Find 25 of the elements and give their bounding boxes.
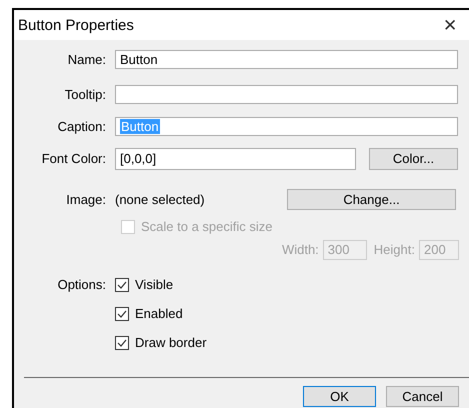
window-title: Button Properties: [18, 16, 134, 34]
checkbox[interactable]: [115, 336, 129, 350]
close-button[interactable]: ✕: [443, 14, 457, 36]
image-value: (none selected): [115, 192, 206, 207]
field-label: Image:: [65, 192, 107, 207]
field-label: Name:: [66, 52, 107, 67]
options-label: Options:: [56, 277, 107, 292]
text-field[interactable]: [0,0,0]: [115, 148, 356, 170]
checkbox-label: Draw border: [135, 335, 207, 350]
field-label: Font Color:: [40, 151, 107, 166]
checkbox[interactable]: [115, 306, 129, 320]
change-button[interactable]: Change...: [287, 189, 456, 210]
dialog-button[interactable]: OK: [303, 386, 376, 407]
field-label: Caption:: [56, 119, 107, 134]
text-field[interactable]: [115, 85, 458, 104]
width-label: Width:: [282, 242, 319, 257]
color-button[interactable]: Color...: [369, 148, 458, 170]
field-label: Tooltip:: [64, 87, 107, 102]
checkbox[interactable]: [115, 278, 129, 292]
height-label: Height:: [374, 242, 415, 257]
dialog-button[interactable]: Cancel: [386, 386, 459, 407]
text-field[interactable]: Button: [115, 50, 458, 69]
checkbox-label: Scale to a specific size: [141, 219, 273, 234]
checkbox-label: Visible: [135, 277, 174, 292]
checkbox-label: Enabled: [135, 306, 183, 321]
